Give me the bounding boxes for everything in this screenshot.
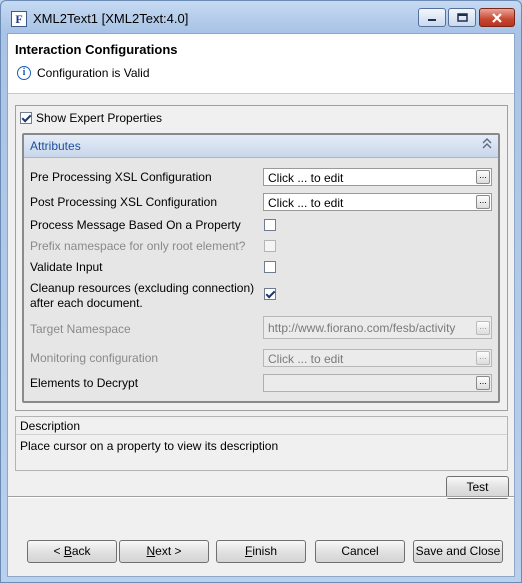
close-button[interactable]: [479, 8, 515, 27]
process-message-property-checkbox[interactable]: [264, 219, 276, 231]
monitoring-configuration-field: Click ... to edit ...: [263, 349, 492, 367]
footer-divider: [8, 496, 514, 498]
cleanup-resources-label-line1: Cleanup resources (excluding connection): [30, 281, 255, 295]
elements-to-decrypt-ellipsis-button[interactable]: ...: [476, 376, 490, 390]
minimize-button[interactable]: [418, 8, 446, 27]
show-expert-properties-label: Show Expert Properties: [36, 111, 163, 125]
back-rest: ack: [71, 544, 91, 558]
dialog-window: F XML2Text1 [XML2Text:4.0] Interaction C…: [0, 0, 522, 583]
target-namespace-label: Target Namespace: [30, 322, 131, 336]
show-expert-properties-row[interactable]: Show Expert Properties: [20, 111, 162, 125]
cleanup-resources-checkbox[interactable]: [264, 288, 276, 300]
monitoring-configuration-ellipsis-button: ...: [476, 351, 490, 365]
pre-processing-xsl-label: Pre Processing XSL Configuration: [30, 170, 212, 184]
pre-processing-xsl-value: Click ... to edit: [268, 171, 344, 185]
description-panel: Description Place cursor on a property t…: [15, 416, 508, 471]
status-text: Configuration is Valid: [37, 66, 150, 80]
finish-button[interactable]: Finish: [216, 540, 306, 563]
back-button[interactable]: < Back: [27, 540, 117, 563]
elements-to-decrypt-field[interactable]: ...: [263, 374, 492, 392]
validate-input-checkbox[interactable]: [264, 261, 276, 273]
info-icon: i: [17, 66, 31, 80]
close-icon: [492, 12, 502, 23]
collapse-chevrons-icon[interactable]: [482, 138, 492, 152]
description-text: Place cursor on a property to view its d…: [20, 439, 279, 453]
cleanup-resources-label: Cleanup resources (excluding connection)…: [30, 281, 254, 310]
target-namespace-field: http://www.fiorano.com/fesb/activity ...: [263, 316, 492, 339]
page-title: Interaction Configurations: [15, 42, 178, 57]
monitoring-configuration-label: Monitoring configuration: [30, 351, 159, 365]
cancel-button[interactable]: Cancel: [315, 540, 405, 563]
properties-panel: Show Expert Properties Attributes Pre Pr…: [15, 105, 508, 411]
description-divider: [16, 434, 507, 435]
header-panel: Interaction Configurations i Configurati…: [8, 34, 514, 94]
maximize-button[interactable]: [448, 8, 476, 27]
elements-to-decrypt-label: Elements to Decrypt: [30, 376, 139, 390]
post-processing-xsl-value: Click ... to edit: [268, 196, 344, 210]
prefix-namespace-root-label: Prefix namespace for only root element?: [30, 239, 246, 253]
pre-processing-xsl-ellipsis-button[interactable]: ...: [476, 170, 490, 184]
prefix-namespace-root-checkbox: [264, 240, 276, 252]
minimize-icon: [428, 18, 436, 21]
window-title: XML2Text1 [XML2Text:4.0]: [33, 11, 189, 26]
cleanup-resources-label-line2: after each document.: [30, 296, 143, 310]
pre-processing-xsl-field[interactable]: Click ... to edit ...: [263, 168, 492, 186]
next-mnemonic: N: [146, 544, 156, 558]
attributes-title: Attributes: [30, 139, 81, 153]
back-prefix: <: [53, 544, 64, 558]
maximize-icon: [456, 13, 468, 22]
monitoring-configuration-value: Click ... to edit: [268, 352, 344, 366]
save-and-close-button[interactable]: Save and Close: [413, 540, 503, 563]
finish-rest: inish: [252, 544, 278, 558]
post-processing-xsl-ellipsis-button[interactable]: ...: [476, 195, 490, 209]
title-bar[interactable]: F XML2Text1 [XML2Text:4.0]: [1, 1, 521, 37]
description-title: Description: [20, 419, 81, 433]
process-message-property-label: Process Message Based On a Property: [30, 218, 241, 232]
target-namespace-ellipsis-button: ...: [476, 321, 490, 335]
back-mnemonic: B: [63, 544, 72, 558]
attributes-header[interactable]: Attributes: [24, 135, 498, 158]
next-rest: ext >: [155, 544, 182, 558]
dialog-content: Interaction Configurations i Configurati…: [7, 33, 515, 577]
next-button[interactable]: Next >: [119, 540, 209, 563]
target-namespace-value: http://www.fiorano.com/fesb/activity: [268, 321, 456, 335]
post-processing-xsl-label: Post Processing XSL Configuration: [30, 195, 217, 209]
validate-input-label: Validate Input: [30, 260, 103, 274]
attributes-section: Attributes Pre Processing XSL Configurat…: [22, 133, 500, 403]
app-logo-icon: F: [11, 11, 27, 27]
post-processing-xsl-field[interactable]: Click ... to edit ...: [263, 193, 492, 211]
show-expert-properties-checkbox[interactable]: [20, 112, 32, 124]
